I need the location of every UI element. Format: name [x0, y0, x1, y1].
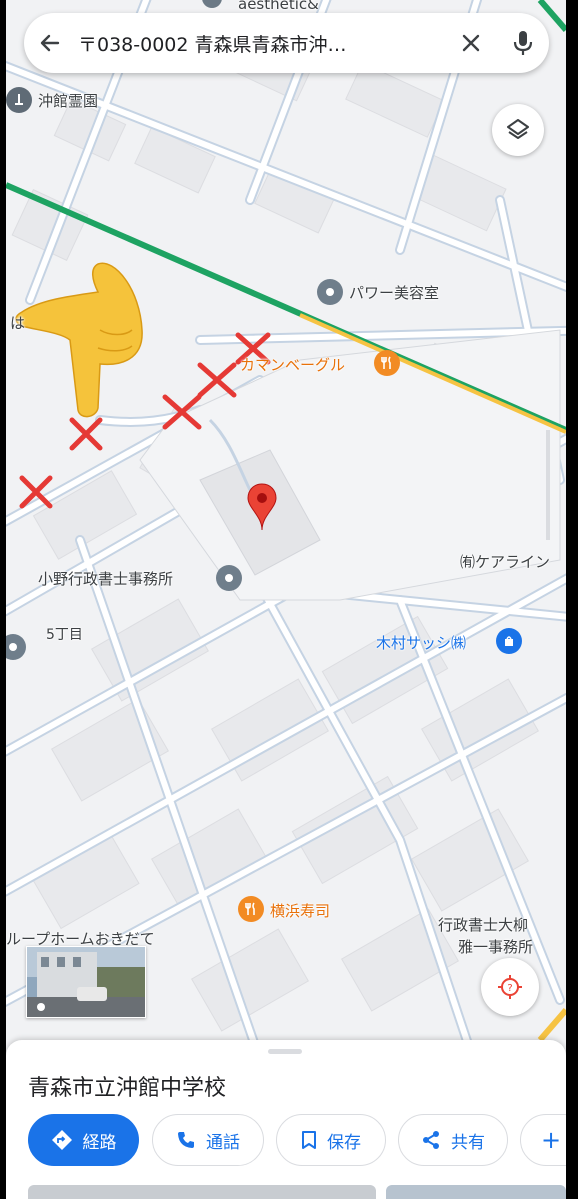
label-care[interactable]: ㈲ケアライン	[460, 551, 550, 572]
screen: aesthetic& 沖館霊園 パワー美容室 は カマンベーグル 小野行政書士事…	[0, 0, 578, 1199]
call-button[interactable]: 通話	[152, 1114, 264, 1166]
label-left-partial: は	[10, 314, 26, 332]
cross-2	[197, 362, 237, 398]
salon-icon[interactable]	[317, 279, 343, 305]
label-bagel-shop[interactable]: カマンベーグル	[240, 354, 345, 375]
annotation-crosses	[19, 332, 271, 509]
label-scrivener-office[interactable]: 小野行政書士事務所	[38, 568, 173, 589]
save-label: 保存	[327, 1132, 361, 1153]
label-block-5: 5丁目	[46, 627, 83, 643]
locate-icon: ?	[498, 975, 522, 999]
more-label: +	[541, 1126, 562, 1154]
sushi-restaurant-icon[interactable]	[238, 896, 264, 922]
annotation-layer	[15, 262, 271, 509]
drag-handle[interactable]	[268, 1049, 302, 1054]
search-query[interactable]: 〒038-0002 青森県青森市沖…	[76, 30, 445, 57]
label-aesthetic[interactable]: aesthetic&	[238, 0, 319, 13]
mic-icon[interactable]	[497, 13, 549, 73]
office-icon[interactable]	[216, 565, 242, 591]
map-canvas[interactable]: aesthetic& 沖館霊園 パワー美容室 は カマンベーグル 小野行政書士事…	[6, 0, 566, 1199]
label-beauty-salon[interactable]: パワー美容室	[349, 282, 439, 303]
place-sheet[interactable]: 青森市立沖館中学校 経路 通話 保存 共有 +	[6, 1040, 566, 1199]
svg-text:?: ?	[507, 983, 512, 994]
place-title: 青森市立沖館中学校	[28, 1076, 227, 1101]
cemetery-icon[interactable]	[6, 87, 32, 113]
cross-5	[19, 475, 53, 509]
pointing-hand-icon	[15, 262, 143, 418]
share-button[interactable]: 共有	[398, 1114, 508, 1166]
label-sash[interactable]: 木村サッシ㈱	[376, 632, 466, 653]
locate-button[interactable]: ?	[481, 958, 539, 1016]
label-scrivener-right-2[interactable]: 雅一事務所	[458, 936, 533, 957]
location-pin-icon[interactable]	[247, 482, 277, 532]
photo-strip[interactable]	[28, 1185, 566, 1199]
label-scrivener-right-1[interactable]: 行政書士大柳	[438, 914, 528, 935]
street-view-thumbnail[interactable]	[26, 946, 146, 1018]
directions-label: 経路	[82, 1132, 117, 1153]
more-button[interactable]: +	[520, 1114, 566, 1166]
directions-button[interactable]: 経路	[28, 1114, 139, 1166]
call-label: 通話	[206, 1132, 240, 1153]
shop-icon[interactable]	[496, 628, 522, 654]
back-arrow-icon[interactable]	[24, 13, 76, 73]
share-icon	[423, 1131, 439, 1149]
cross-4	[69, 417, 103, 451]
restaurant-icon[interactable]	[374, 350, 400, 376]
phone-icon	[178, 1132, 194, 1148]
layers-icon	[507, 119, 529, 139]
close-icon[interactable]	[445, 13, 497, 73]
search-bar[interactable]: 〒038-0002 青森県青森市沖…	[24, 13, 549, 73]
share-label: 共有	[451, 1132, 485, 1153]
layers-button[interactable]	[492, 104, 544, 156]
save-button[interactable]: 保存	[276, 1114, 386, 1166]
cross-3	[162, 394, 202, 430]
label-sushi[interactable]: 横浜寿司	[270, 900, 330, 921]
bookmark-icon	[302, 1131, 316, 1149]
label-cemetery[interactable]: 沖館霊園	[38, 90, 98, 111]
directions-icon	[51, 1130, 72, 1150]
